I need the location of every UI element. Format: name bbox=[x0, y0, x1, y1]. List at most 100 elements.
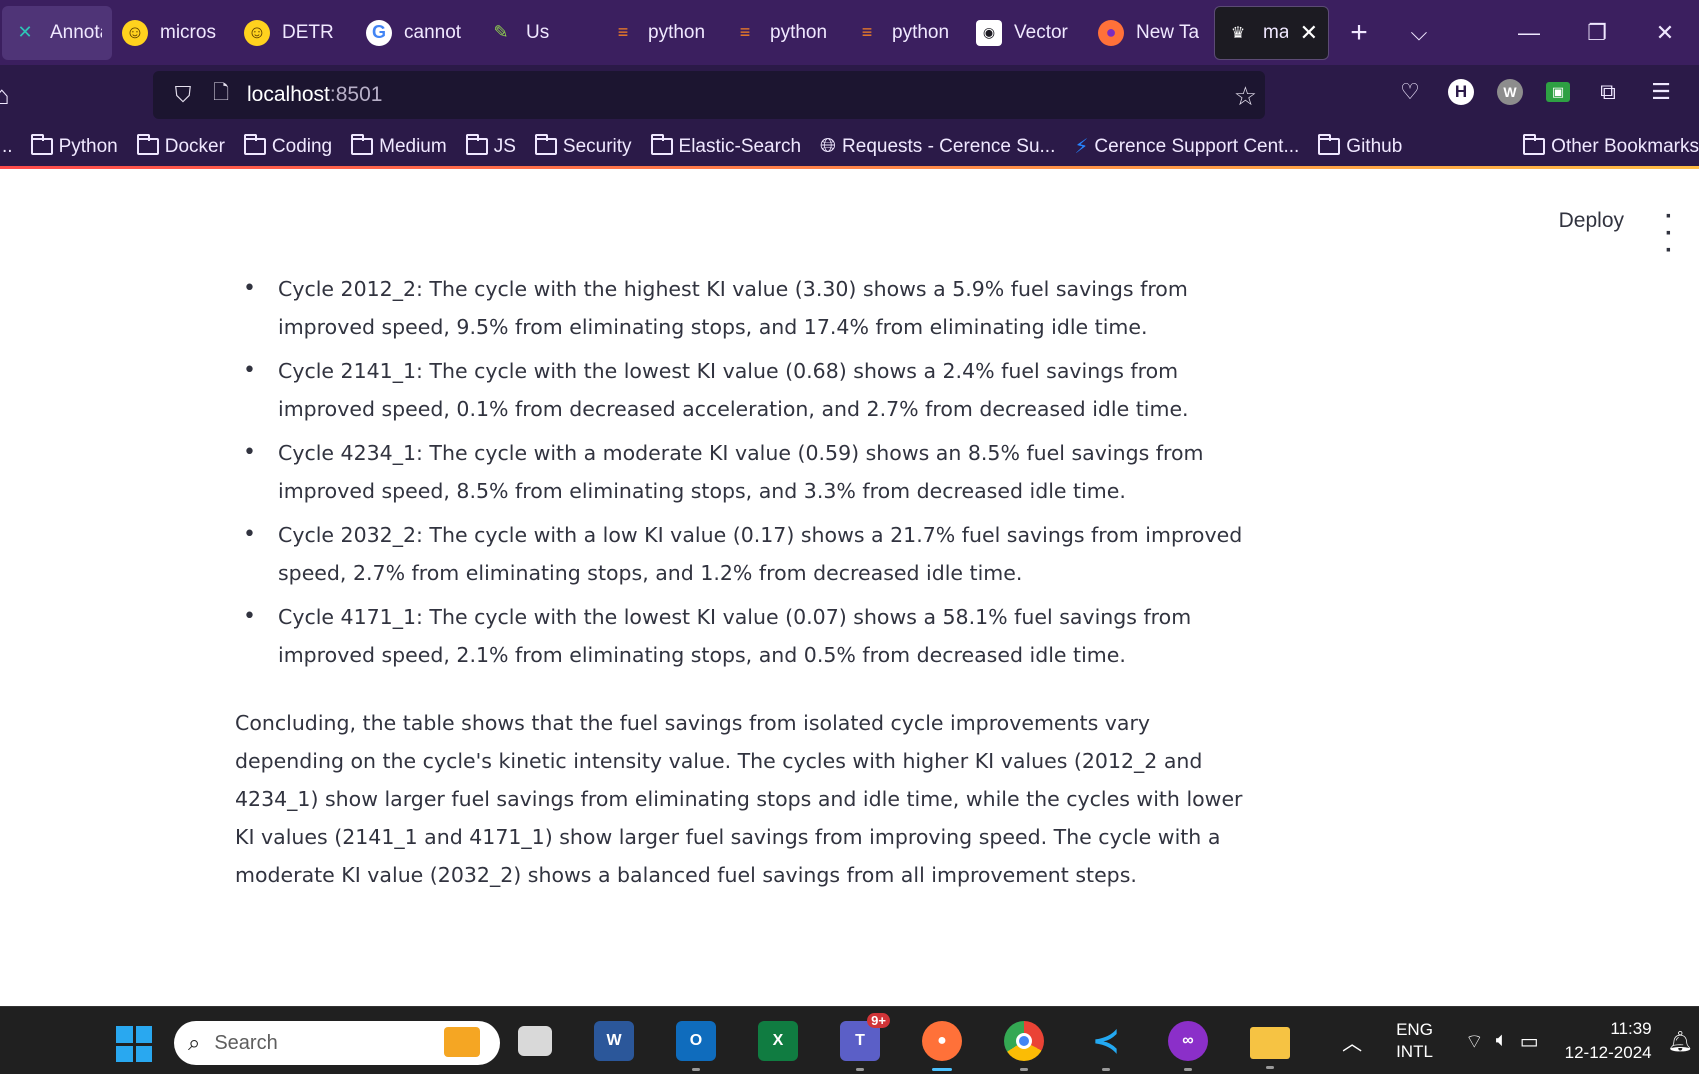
search-placeholder: Search bbox=[214, 1031, 278, 1054]
chrome-center bbox=[1016, 1033, 1032, 1049]
tab-python-3[interactable]: ≡ python bbox=[844, 6, 966, 60]
google-icon: G bbox=[366, 19, 392, 46]
volume-icon[interactable]: 🔈︎ bbox=[1496, 1029, 1508, 1054]
tab-detr[interactable]: ☺ DETR bbox=[234, 6, 356, 60]
notification-bell-icon[interactable]: 🔔︎ bbox=[1668, 1029, 1693, 1054]
cycle-list: Cycle 2012_2: The cycle with the highest… bbox=[235, 270, 1265, 674]
address-bar[interactable]: ⛉ 🗋 localhost:8501 ☆ bbox=[153, 71, 1265, 119]
menu-hamburger-icon[interactable]: ☰ bbox=[1646, 77, 1676, 107]
tab-label: python bbox=[892, 21, 950, 43]
list-item: Cycle 4234_1: The cycle with a moderate … bbox=[235, 434, 1265, 510]
tab-label: New Ta bbox=[1136, 21, 1200, 43]
briefcase-icon bbox=[444, 1027, 480, 1057]
bookmarks-overflow[interactable]: .. bbox=[2, 136, 13, 158]
main-content: Cycle 2012_2: The cycle with the highest… bbox=[235, 270, 1265, 894]
folder-icon bbox=[351, 134, 374, 155]
list-all-tabs-chevron-down-icon[interactable]: ⌵ bbox=[1389, 20, 1449, 46]
extension-w-icon[interactable]: W bbox=[1497, 79, 1523, 105]
show-hidden-icons-chevron-up-icon[interactable]: ︿ bbox=[1342, 1027, 1362, 1056]
taskbar-search-box[interactable]: ⌕ Search bbox=[174, 1021, 500, 1065]
bookmark-folder-coding[interactable]: Coding bbox=[243, 134, 333, 158]
tab-python-1[interactable]: ≡ python bbox=[600, 6, 722, 60]
bookmark-folder-elastic-search[interactable]: Elastic-Search bbox=[650, 134, 802, 158]
chrome-icon[interactable] bbox=[1004, 1021, 1044, 1071]
page-info-icon[interactable]: 🗋 bbox=[203, 78, 239, 112]
bookmark-label: Security bbox=[562, 135, 632, 157]
main-menu-kebab-icon[interactable]: · · · bbox=[1664, 204, 1674, 262]
bookmark-cerence-support[interactable]: ⚡︎ Cerence Support Cent... bbox=[1074, 134, 1299, 159]
close-window-icon[interactable]: ✕ bbox=[1631, 20, 1699, 46]
extensions-puzzle-icon[interactable]: ⧉ bbox=[1593, 77, 1623, 107]
other-bookmarks[interactable]: Other Bookmarks bbox=[1523, 134, 1699, 158]
tray-status-icons[interactable]: ⌔ 🔈︎ ▭ bbox=[1465, 1029, 1539, 1054]
restore-icon[interactable]: ❐ bbox=[1563, 20, 1631, 46]
extension-h-icon[interactable]: H bbox=[1448, 79, 1474, 105]
taskbar-apps: W O X T 9+ ● ≺ ∞ bbox=[518, 1013, 1290, 1071]
tab-microsoft[interactable]: ☺ micros bbox=[112, 6, 234, 60]
folder-icon bbox=[534, 134, 557, 155]
bookmark-folder-security[interactable]: Security bbox=[534, 134, 632, 158]
new-tab-button[interactable]: + bbox=[1329, 16, 1389, 50]
close-tab-icon[interactable]: ✕ bbox=[1300, 20, 1318, 46]
home-icon[interactable]: ⌂ bbox=[0, 80, 14, 111]
deploy-button[interactable]: Deploy bbox=[1559, 209, 1624, 233]
running-indicator bbox=[856, 1068, 864, 1071]
tab-label: python bbox=[648, 21, 706, 43]
browser-mask-icon[interactable]: ∞ bbox=[1168, 1021, 1208, 1071]
bookmark-folder-python[interactable]: Python bbox=[30, 134, 118, 158]
tab-main-active[interactable]: ♛ mai ✕ bbox=[1214, 5, 1329, 60]
bookmark-label: Docker bbox=[164, 135, 225, 157]
clock[interactable]: 11:39 12-12-2024 bbox=[1565, 1017, 1652, 1065]
extension-green-icon[interactable]: ▣ bbox=[1546, 82, 1570, 102]
browser-tab-strip: ✕ Annota ☺ micros ☺ DETR G cannot ✎ Us ≡… bbox=[0, 0, 1699, 65]
tab-annotate[interactable]: ✕ Annota bbox=[2, 5, 112, 60]
vector-icon: ◉ bbox=[976, 19, 1002, 46]
tab-extension[interactable]: ✎ Us bbox=[478, 6, 600, 60]
file-explorer-icon[interactable] bbox=[1250, 1027, 1290, 1069]
bookmark-label: Coding bbox=[271, 135, 333, 157]
tab-python-2[interactable]: ≡ python bbox=[722, 6, 844, 60]
tab-label: cannot bbox=[404, 21, 462, 43]
bookmark-label: JS bbox=[493, 135, 516, 157]
lang-primary: ENG bbox=[1396, 1020, 1433, 1039]
bookmark-requests-cerence[interactable]: 🌐︎ Requests - Cerence Su... bbox=[820, 135, 1055, 158]
language-indicator[interactable]: ENG INTL bbox=[1396, 1019, 1433, 1063]
bookmark-star-icon[interactable]: ☆ bbox=[1234, 81, 1257, 112]
tab-label: Vector bbox=[1014, 21, 1068, 43]
running-indicator bbox=[1102, 1068, 1110, 1071]
url-text[interactable]: localhost:8501 bbox=[247, 83, 382, 107]
excel-icon[interactable]: X bbox=[758, 1021, 798, 1061]
battery-icon[interactable]: ▭ bbox=[1520, 1029, 1539, 1054]
list-item: Cycle 2032_2: The cycle with a low KI va… bbox=[235, 516, 1265, 592]
tab-vector[interactable]: ◉ Vector bbox=[966, 6, 1088, 60]
wifi-icon[interactable]: ⌔ bbox=[1465, 1029, 1484, 1054]
pocket-icon[interactable]: ♡ bbox=[1395, 77, 1425, 107]
vscode-icon[interactable]: ≺ bbox=[1086, 1021, 1126, 1071]
system-tray: ︿ ENG INTL ⌔ 🔈︎ ▭ 11:39 12-12-2024 🔔︎ bbox=[1342, 1007, 1699, 1074]
running-indicator bbox=[1266, 1066, 1274, 1069]
task-view-icon[interactable] bbox=[518, 1026, 552, 1056]
stackoverflow-icon: ≡ bbox=[617, 22, 629, 42]
url-port: :8501 bbox=[329, 83, 383, 106]
outlook-icon[interactable]: O bbox=[676, 1021, 716, 1071]
firefox-icon[interactable]: ● bbox=[922, 1021, 962, 1071]
bookmark-folder-js[interactable]: JS bbox=[465, 134, 516, 158]
word-icon[interactable]: W bbox=[594, 1021, 634, 1061]
minimize-icon[interactable]: — bbox=[1495, 20, 1563, 46]
teams-icon[interactable]: T 9+ bbox=[840, 1013, 890, 1071]
lang-secondary: INTL bbox=[1396, 1042, 1433, 1061]
active-indicator bbox=[932, 1068, 952, 1071]
other-bookmarks-label: Other Bookmarks bbox=[1551, 135, 1699, 157]
huggingface-icon: ☺ bbox=[244, 19, 270, 46]
tab-google[interactable]: G cannot bbox=[356, 6, 478, 60]
huggingface-icon: ☺ bbox=[122, 19, 148, 46]
bookmark-folder-docker[interactable]: Docker bbox=[136, 134, 225, 158]
windows-start-icon[interactable] bbox=[116, 1026, 152, 1062]
bookmark-label: Python bbox=[58, 135, 118, 157]
tab-label: python bbox=[770, 21, 828, 43]
bookmark-folder-medium[interactable]: Medium bbox=[351, 134, 447, 158]
bookmark-folder-github[interactable]: Github bbox=[1318, 134, 1402, 158]
bookmark-label: Elastic-Search bbox=[678, 135, 802, 157]
tab-new-tab[interactable]: ● New Ta bbox=[1088, 6, 1210, 60]
shield-icon[interactable]: ⛉ bbox=[163, 82, 203, 108]
